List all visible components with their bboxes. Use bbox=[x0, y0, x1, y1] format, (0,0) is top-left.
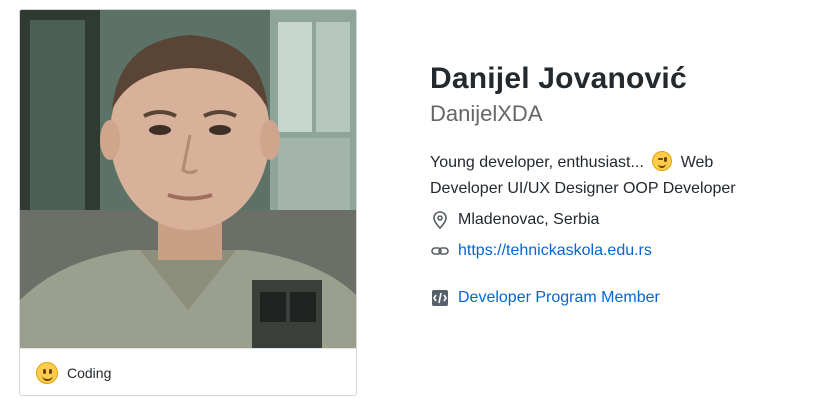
profile-username: DanijelXDA bbox=[430, 101, 543, 126]
developer-program-icon bbox=[430, 288, 450, 308]
profile-website-link[interactable]: https://tehnickaskola.edu.rs bbox=[430, 241, 652, 261]
profile-location: Mladenovac, Serbia bbox=[430, 210, 599, 230]
link-icon bbox=[430, 241, 450, 261]
smiling-face-icon bbox=[36, 361, 58, 384]
developer-program-badge[interactable]: Developer Program Member bbox=[430, 288, 660, 308]
bio-text-part-1: Young developer, enthusiast... bbox=[430, 154, 644, 171]
website-url-text[interactable]: https://tehnickaskola.edu.rs bbox=[458, 242, 652, 260]
winking-face-icon bbox=[652, 151, 673, 171]
profile-full-name: Danijel Jovanović bbox=[430, 62, 687, 95]
developer-program-text[interactable]: Developer Program Member bbox=[458, 289, 660, 307]
status-text: Coding bbox=[67, 364, 112, 381]
avatar-card: Coding bbox=[19, 9, 357, 396]
profile-bio: Young developer, enthusiast... Web Devel… bbox=[430, 150, 780, 202]
avatar-photo-illustration bbox=[20, 10, 356, 348]
location-pin-icon bbox=[430, 210, 450, 230]
location-text: Mladenovac, Serbia bbox=[458, 211, 600, 228]
avatar[interactable] bbox=[20, 10, 356, 348]
user-status[interactable]: Coding bbox=[20, 348, 356, 395]
